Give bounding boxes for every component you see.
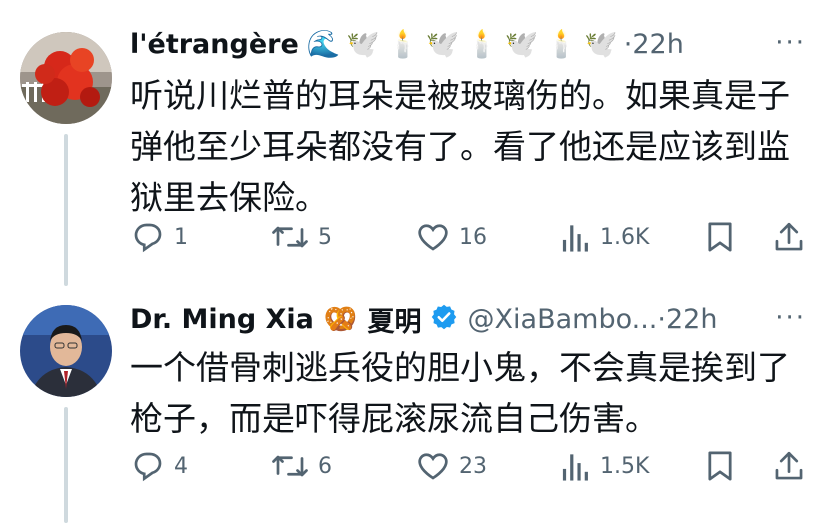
- name-emojis: 🌊 🕊️ 🕯️ 🕊️ 🕯️ 🕊️ 🕯️ 🕊️: [307, 31, 624, 58]
- timestamp[interactable]: 22h: [632, 29, 683, 60]
- retweet-button[interactable]: 5: [270, 217, 332, 257]
- dove-emoji: 🕊️: [425, 28, 460, 60]
- more-options-icon[interactable]: ···: [775, 28, 806, 58]
- heart-icon: [418, 453, 448, 480]
- view-count: 1.5K: [600, 453, 650, 479]
- dove-emoji: 🕊️: [584, 28, 618, 60]
- like-count: 16: [459, 224, 487, 250]
- share-button[interactable]: [772, 217, 806, 257]
- separator: ·: [657, 303, 666, 335]
- avatar-image: [20, 32, 112, 124]
- action-bar: 1 5 16 1.6K: [130, 217, 810, 257]
- view-count: 1.6K: [600, 224, 650, 250]
- like-button[interactable]: 16: [415, 217, 487, 257]
- thread-line: [64, 407, 68, 523]
- reply-icon: [134, 223, 162, 253]
- views-button[interactable]: 1.6K: [560, 217, 649, 257]
- bookmark-icon: [708, 222, 732, 252]
- heart-icon: [418, 224, 448, 251]
- reply-count: 4: [174, 453, 188, 479]
- avatar[interactable]: [20, 305, 112, 397]
- tweet-text: 一个借骨刺逃兵役的胆小鬼，不会真是挨到了枪子，而是吓得屁滚尿流自己伤害。: [130, 348, 790, 438]
- candle-emoji: 🕯️: [465, 28, 499, 60]
- retweet-button[interactable]: 6: [270, 446, 332, 486]
- handle[interactable]: @XiaBambo...: [468, 304, 658, 335]
- tweet-2[interactable]: Dr. Ming Xia 🥨 夏明 @XiaBambo... · 22h ···…: [0, 280, 828, 523]
- wave-emoji: 🌊: [306, 28, 341, 60]
- author-name[interactable]: Dr. Ming Xia: [130, 304, 314, 335]
- tweet-header: l'étrangère 🌊 🕊️ 🕯️ 🕊️ 🕯️ 🕊️ 🕯️ 🕊️ · 22h: [130, 24, 684, 64]
- like-button[interactable]: 23: [415, 446, 487, 486]
- share-button[interactable]: [772, 446, 806, 486]
- timestamp[interactable]: 22h: [666, 304, 717, 335]
- avatar[interactable]: [20, 32, 112, 124]
- reply-count: 1: [174, 224, 188, 250]
- tweet-header: Dr. Ming Xia 🥨 夏明 @XiaBambo... · 22h: [130, 299, 717, 339]
- candle-emoji: 🕯️: [386, 28, 420, 60]
- verified-badge-icon: [430, 303, 458, 335]
- action-bar: 4 6 23 1.5K: [130, 446, 810, 486]
- author-name[interactable]: l'étrangère: [130, 29, 299, 60]
- retweet-icon: [272, 226, 308, 248]
- separator: ·: [623, 28, 633, 60]
- bookmark-button[interactable]: [704, 446, 736, 486]
- thread-line: [64, 134, 68, 286]
- reply-button[interactable]: 4: [130, 446, 188, 486]
- tweet-1[interactable]: l'étrangère 🌊 🕊️ 🕯️ 🕊️ 🕯️ 🕊️ 🕯️ 🕊️ · 22h…: [0, 0, 828, 286]
- pretzel-emoji: 🥨: [323, 303, 358, 335]
- views-icon: [562, 225, 588, 252]
- retweet-icon: [272, 455, 308, 477]
- like-count: 23: [459, 453, 487, 479]
- more-options-icon[interactable]: ···: [775, 303, 806, 333]
- avatar-image: [20, 305, 112, 397]
- reply-icon: [134, 452, 162, 482]
- retweet-count: 5: [318, 224, 332, 250]
- reply-button[interactable]: 1: [130, 217, 188, 257]
- author-name-zh[interactable]: 夏明: [368, 300, 422, 339]
- dove-emoji: 🕊️: [346, 28, 381, 60]
- candle-emoji: 🕯️: [544, 28, 579, 60]
- views-icon: [562, 454, 588, 481]
- share-icon: [775, 451, 803, 480]
- dove-emoji: 🕊️: [504, 28, 539, 60]
- share-icon: [775, 222, 803, 251]
- views-button[interactable]: 1.5K: [560, 446, 649, 486]
- tweet-text: 听说川烂普的耳朵是被玻璃伤的。如果真是子弹他至少耳朵都没有了。看了他还是应该到监…: [130, 76, 790, 217]
- retweet-count: 6: [318, 453, 332, 479]
- bookmark-icon: [708, 451, 732, 481]
- bookmark-button[interactable]: [704, 217, 736, 257]
